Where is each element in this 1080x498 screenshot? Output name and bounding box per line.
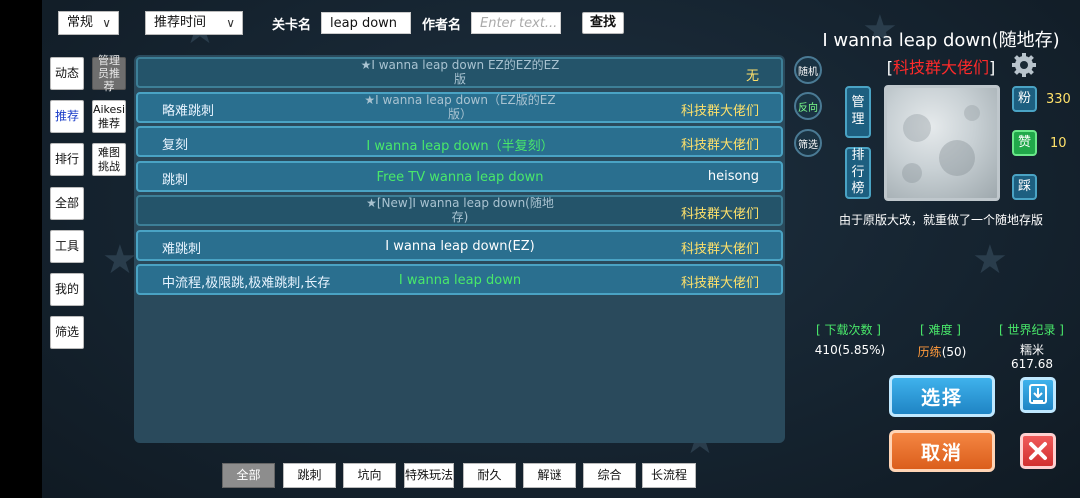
world-record: 糯米 617.68 [1002, 343, 1062, 371]
sidebar-item-ranking[interactable]: 排行 [50, 143, 84, 176]
sort-select-value: 推荐时间 [154, 15, 207, 30]
record-holder: 糯米 [1019, 343, 1044, 357]
author-label: 作者名 [422, 18, 462, 33]
level-description: 由于原版大改，就重做了一个随地存版 [838, 213, 1043, 227]
category-select-value: 常规 [67, 15, 94, 30]
level-preview-image [884, 85, 1000, 201]
ranking-button[interactable]: 排行榜 [845, 147, 871, 199]
level-tag: 难跳刺 [162, 242, 202, 257]
record-time: 617.68 [1011, 357, 1053, 371]
level-title: ★[New]I wanna leap down(随地存) [366, 196, 554, 224]
record-label: [ 世界纪录 ] [999, 323, 1064, 337]
level-name-input[interactable]: leap down [321, 12, 411, 34]
difficulty-name: 历练 [917, 345, 942, 359]
level-tag: 复刻 [162, 138, 189, 153]
level-author: 科技群大佬们 [680, 242, 759, 257]
level-tag: 略难跳刺 [162, 104, 215, 119]
fans-count: 330 [1046, 92, 1071, 107]
reverse-button[interactable]: 反向 [794, 92, 822, 120]
category-tab-spike[interactable]: 跳刺 [283, 463, 336, 488]
category-tab-all[interactable]: 全部 [222, 463, 275, 488]
category-tab-special[interactable]: 特殊玩法 [404, 463, 454, 488]
sub-item-hard-challenge[interactable]: 难图挑战 [92, 143, 126, 176]
category-tab-trap[interactable]: 坑向 [343, 463, 396, 488]
difficulty-number: (50) [941, 345, 967, 359]
level-title: ★I wanna leap down EZ的EZ的EZ版 [360, 58, 560, 86]
level-title: ★I wanna leap down（EZ版的EZ版） [364, 93, 556, 121]
list-item[interactable]: 略难跳刺 ★I wanna leap down（EZ版的EZ版） 科技群大佬们 [136, 92, 783, 123]
sidebar-item-all[interactable]: 全部 [50, 187, 84, 220]
category-tab-endurance[interactable]: 耐久 [463, 463, 516, 488]
level-title: I wanna leap down [398, 273, 522, 288]
search-button[interactable]: 查找 [582, 12, 624, 34]
list-item[interactable]: 复刻 I wanna leap down（半复刻） 科技群大佬们 [136, 126, 783, 157]
level-author: heisong [707, 169, 759, 184]
manage-button[interactable]: 管理 [845, 86, 871, 138]
like-count: 10 [1050, 136, 1067, 151]
level-tag: 跳刺 [162, 173, 189, 188]
sort-select[interactable]: 推荐时间 ∨ [145, 11, 243, 35]
close-icon[interactable] [1020, 433, 1056, 469]
level-name-label: 关卡名 [272, 18, 312, 33]
list-item[interactable]: ★[New]I wanna leap down(随地存) 科技群大佬们 [136, 195, 783, 226]
level-title: I wanna leap down(EZ) [385, 239, 535, 254]
sidebar-item-activity[interactable]: 动态 [50, 57, 84, 90]
level-author: 科技群大佬们 [680, 207, 759, 222]
level-title: Free TV wanna leap down [376, 170, 544, 185]
category-tab-mixed[interactable]: 综合 [583, 463, 636, 488]
author-name: 科技群大佬们 [892, 58, 989, 77]
cancel-button[interactable]: 取消 [889, 430, 995, 472]
star-decoration: ★ [102, 237, 138, 283]
downloads-label: [ 下载次数 ] [816, 323, 881, 337]
filter-circle-button[interactable]: 筛选 [794, 129, 822, 157]
difficulty-value: 历练(50) [912, 343, 972, 360]
sub-item-aikesi-recommend[interactable]: Aikesi推荐 [92, 100, 126, 133]
sidebar-item-filter[interactable]: 筛选 [50, 316, 84, 349]
sub-item-admin-recommend[interactable]: 管理员推荐 [92, 54, 126, 93]
downloads-value: 410(5.85%) [814, 343, 886, 357]
fans-button[interactable]: 粉 [1012, 86, 1037, 112]
level-tag: 中流程,极限跳,极难跳刺,长存 [162, 276, 331, 291]
sidebar-item-recommend[interactable]: 推荐 [50, 100, 84, 133]
difficulty-label: [ 难度 ] [920, 323, 961, 337]
gear-icon[interactable] [1011, 52, 1037, 78]
level-author: 科技群大佬们 [680, 104, 759, 119]
level-list: ★I wanna leap down EZ的EZ的EZ版 无 略难跳刺 ★I w… [134, 55, 785, 443]
level-author: 科技群大佬们 [680, 276, 759, 291]
sidebar-item-mine[interactable]: 我的 [50, 273, 84, 306]
sidebar-item-tools[interactable]: 工具 [50, 230, 84, 263]
list-item[interactable]: 中流程,极限跳,极难跳刺,长存 I wanna leap down 科技群大佬们 [136, 264, 783, 295]
category-tab-puzzle[interactable]: 解谜 [523, 463, 576, 488]
download-icon[interactable] [1020, 377, 1056, 413]
dislike-button[interactable]: 踩 [1012, 174, 1037, 200]
level-title: I wanna leap down（半复刻） [366, 139, 554, 154]
author-input[interactable]: Enter text... [471, 12, 561, 34]
chevron-down-icon: ∨ [102, 16, 111, 30]
category-select[interactable]: 常规 ∨ [58, 11, 119, 35]
list-item[interactable]: 难跳刺 I wanna leap down(EZ) 科技群大佬们 [136, 230, 783, 261]
select-button[interactable]: 选择 [889, 375, 995, 417]
like-button[interactable]: 赞 [1012, 130, 1037, 156]
level-author: 科技群大佬们 [680, 138, 759, 153]
list-item[interactable]: 跳刺 Free TV wanna leap down heisong [136, 161, 783, 192]
level-author: 无 [745, 69, 759, 84]
list-item[interactable]: ★I wanna leap down EZ的EZ的EZ版 无 [136, 57, 783, 88]
star-decoration: ★ [972, 237, 1008, 283]
author-bracket: ] [989, 58, 996, 77]
category-tab-long[interactable]: 长流程 [642, 463, 696, 488]
app-screen: ★ ★ ★ ★ ★ ★ ★ 常规 ∨ 推荐时间 ∨ 关卡名 leap down … [42, 0, 1080, 498]
level-detail-title: I wanna leap down(随地存) [822, 30, 1060, 51]
chevron-down-icon: ∨ [226, 16, 235, 30]
